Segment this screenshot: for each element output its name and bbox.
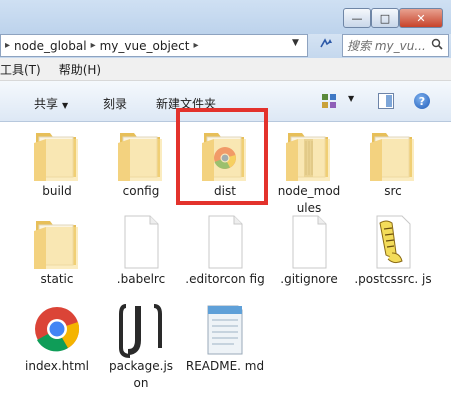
- search-box[interactable]: [342, 34, 449, 57]
- file-name: .babelrc: [116, 272, 166, 286]
- address-history-chevron-down-icon[interactable]: ▼: [292, 38, 299, 48]
- burn-label: 刻录: [103, 97, 128, 111]
- file-item[interactable]: node_mod ules: [268, 125, 350, 217]
- file-name: index.html: [25, 359, 89, 373]
- zip-folder-icon: [278, 125, 340, 183]
- burn-button[interactable]: 刻录: [103, 95, 127, 112]
- close-button[interactable]: ✕: [399, 8, 443, 28]
- notepad-icon: [194, 300, 256, 358]
- title-bar: — □ ✕: [0, 0, 451, 34]
- file-icon: [110, 213, 172, 271]
- file-name: src: [384, 184, 402, 198]
- file-name: node_mod ules: [277, 184, 341, 215]
- maximize-button[interactable]: □: [371, 8, 399, 28]
- help-icon[interactable]: ?: [414, 93, 430, 109]
- script-file-icon: [362, 213, 424, 271]
- file-item[interactable]: .babelrc: [100, 213, 182, 288]
- view-options-icon[interactable]: [322, 94, 338, 111]
- chevron-right-icon[interactable]: ▸: [91, 40, 96, 51]
- address-bar[interactable]: ▸ node_global ▸ my_vue_object ▸: [0, 34, 308, 57]
- address-row: ▸ node_global ▸ my_vue_object ▸ ▼: [0, 34, 451, 58]
- breadcrumb-node-global[interactable]: node_global: [14, 39, 87, 53]
- file-item[interactable]: config: [100, 125, 182, 200]
- file-item[interactable]: index.html: [16, 300, 98, 375]
- chevron-down-icon: ▼: [62, 101, 69, 110]
- folder-icon: [26, 125, 88, 183]
- search-icon[interactable]: [431, 38, 443, 53]
- window-controls: — □ ✕: [343, 8, 443, 28]
- breadcrumb-my-vue-object[interactable]: my_vue_object: [100, 39, 190, 53]
- chrome-icon: [26, 300, 88, 358]
- file-name: README. md: [185, 359, 265, 373]
- file-item[interactable]: .gitignore: [268, 213, 350, 288]
- file-icon: [278, 213, 340, 271]
- file-name: .editorcon fig: [185, 272, 265, 286]
- file-item[interactable]: static: [16, 213, 98, 288]
- file-icon: [194, 213, 256, 271]
- file-item[interactable]: build: [16, 125, 98, 200]
- share-button[interactable]: 共享 ▼: [34, 95, 68, 112]
- refresh-icon[interactable]: [316, 36, 336, 54]
- file-name: .gitignore: [280, 272, 338, 286]
- minimize-button[interactable]: —: [343, 8, 371, 28]
- file-item[interactable]: .editorcon fig: [184, 213, 266, 288]
- file-item[interactable]: .postcssrc. js: [352, 213, 434, 288]
- view-options-chevron-down-icon[interactable]: ▼: [348, 94, 354, 103]
- preview-pane-icon[interactable]: [378, 93, 394, 112]
- folder-icon: [362, 125, 424, 183]
- file-name: config: [122, 184, 160, 198]
- menu-help[interactable]: 帮助(H): [59, 61, 101, 78]
- file-name: package.js on: [108, 359, 174, 390]
- folder-icon: [110, 125, 172, 183]
- chevron-right-icon[interactable]: ▸: [193, 40, 198, 51]
- file-name: static: [40, 272, 74, 286]
- file-item[interactable]: README. md: [184, 300, 266, 375]
- search-input[interactable]: [343, 37, 429, 54]
- chevron-right-icon[interactable]: ▸: [5, 40, 10, 51]
- menu-tools[interactable]: 工具(T): [0, 61, 41, 78]
- share-label: 共享: [34, 97, 59, 111]
- json-file-icon: [110, 300, 172, 358]
- file-name: .postcssrc. js: [354, 272, 432, 286]
- file-item[interactable]: src: [352, 125, 434, 200]
- file-name: build: [42, 184, 72, 198]
- menu-bar: 工具(T) 帮助(H): [0, 58, 451, 81]
- file-item[interactable]: package.js on: [100, 300, 182, 392]
- selection-highlight: [176, 108, 268, 205]
- folder-icon: [26, 213, 88, 271]
